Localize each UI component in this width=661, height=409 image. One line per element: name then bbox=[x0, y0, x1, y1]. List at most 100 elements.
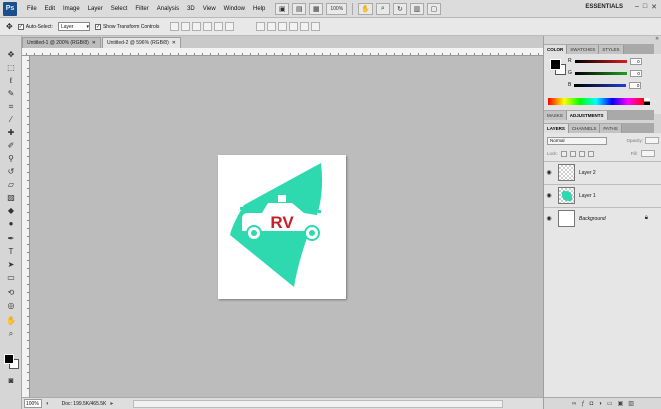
history-brush-tool-icon[interactable]: ↺ bbox=[5, 167, 17, 177]
green-slider[interactable] bbox=[574, 71, 627, 75]
layer-row[interactable]: ◉ Layer 2 bbox=[544, 161, 661, 183]
align-center-icon[interactable] bbox=[214, 22, 224, 31]
auto-select-dropdown[interactable]: Layer ▾ bbox=[57, 22, 90, 31]
black-white-swatch[interactable] bbox=[644, 98, 650, 105]
adjustment-layer-icon[interactable]: ◑ bbox=[598, 401, 602, 407]
blur-tool-icon[interactable]: ◆ bbox=[5, 206, 17, 216]
gradient-tool-icon[interactable]: ▨ bbox=[5, 193, 17, 203]
screen-mode-icon[interactable]: ▢ bbox=[426, 2, 441, 15]
minimize-icon[interactable]: – bbox=[635, 3, 639, 11]
menu-layer[interactable]: Layer bbox=[84, 6, 107, 12]
add-mask-icon[interactable]: ◘ bbox=[590, 401, 594, 407]
blend-mode-dropdown[interactable]: Normal bbox=[547, 136, 607, 145]
eraser-tool-icon[interactable]: ▱ bbox=[5, 180, 17, 190]
foreground-color-swatch[interactable] bbox=[4, 354, 14, 364]
eye-icon[interactable]: ◉ bbox=[544, 169, 554, 176]
marquee-tool-icon[interactable]: ⬚ bbox=[5, 63, 17, 73]
tab-adjustments[interactable]: ADJUSTMENTS bbox=[566, 111, 608, 120]
red-slider[interactable] bbox=[574, 59, 627, 63]
close-icon[interactable]: ✕ bbox=[172, 40, 176, 46]
collapse-panels-icon[interactable]: » bbox=[653, 36, 661, 46]
tab-untitled-1[interactable]: Untitled-1 @ 200% (RGB/8) ✕ bbox=[22, 37, 101, 48]
move-tool-icon[interactable]: ✥ bbox=[6, 22, 13, 31]
lock-pixels-icon[interactable] bbox=[569, 150, 576, 157]
status-zoom-field[interactable]: 100% bbox=[24, 399, 42, 408]
workspace-switcher[interactable]: ESSENTIALS bbox=[585, 4, 623, 10]
close-icon[interactable]: ✕ bbox=[651, 3, 657, 11]
tab-color[interactable]: COLOR bbox=[544, 45, 568, 54]
distribute-middle-icon[interactable] bbox=[267, 22, 277, 31]
menu-filter[interactable]: Filter bbox=[131, 6, 152, 12]
align-top-icon[interactable] bbox=[170, 22, 180, 31]
horizontal-scrollbar[interactable] bbox=[133, 399, 504, 408]
opacity-input[interactable] bbox=[645, 137, 659, 144]
menu-analysis[interactable]: Analysis bbox=[153, 6, 183, 12]
color-spectrum-bar[interactable] bbox=[548, 98, 644, 105]
menu-image[interactable]: Image bbox=[59, 6, 84, 12]
lasso-tool-icon[interactable]: ℓ bbox=[5, 76, 17, 86]
link-layers-icon[interactable]: ∞ bbox=[572, 401, 576, 407]
eye-icon[interactable]: ◉ bbox=[544, 192, 554, 199]
new-group-icon[interactable]: ▭ bbox=[607, 400, 613, 407]
layer-row[interactable]: ◉ Background 🔒︎ bbox=[544, 207, 661, 229]
fill-input[interactable] bbox=[640, 150, 655, 157]
align-middle-icon[interactable] bbox=[181, 22, 191, 31]
color-fg-swatch[interactable] bbox=[550, 59, 561, 70]
tab-paths[interactable]: PATHS bbox=[600, 124, 622, 133]
rotate-view-icon[interactable]: ↻ bbox=[392, 2, 407, 15]
clone-stamp-tool-icon[interactable]: ⚲ bbox=[5, 154, 17, 164]
layer-row[interactable]: ◉ Layer 1 bbox=[544, 184, 661, 206]
tab-masks[interactable]: MASKS bbox=[544, 111, 567, 120]
menu-select[interactable]: Select bbox=[107, 6, 132, 12]
3d-orbit-tool-icon[interactable]: ◎ bbox=[5, 301, 17, 311]
distribute-center-icon[interactable] bbox=[300, 22, 310, 31]
launch-bridge-icon[interactable]: ▣ bbox=[275, 2, 290, 15]
align-bottom-icon[interactable] bbox=[192, 22, 202, 31]
menu-edit[interactable]: Edit bbox=[41, 6, 59, 12]
zoom-level-select[interactable]: 100% bbox=[326, 2, 348, 15]
zoom-tool-icon[interactable]: ⌕ bbox=[375, 2, 390, 15]
move-tool-icon[interactable]: ✥ bbox=[5, 50, 17, 60]
menu-window[interactable]: Window bbox=[220, 6, 249, 12]
document-canvas[interactable]: RV bbox=[218, 155, 346, 299]
launch-minibridge-icon[interactable]: ▤ bbox=[292, 2, 307, 15]
crop-tool-icon[interactable]: ⌗ bbox=[5, 102, 17, 112]
new-layer-icon[interactable]: ▣ bbox=[618, 400, 624, 407]
blue-value-input[interactable]: 0 bbox=[629, 81, 642, 89]
shape-tool-icon[interactable]: ▭ bbox=[5, 273, 17, 283]
lock-all-icon[interactable] bbox=[587, 150, 594, 157]
eyedropper-tool-icon[interactable]: ⁄ bbox=[5, 115, 17, 125]
tab-styles[interactable]: STYLES bbox=[599, 45, 624, 54]
auto-select-checkbox[interactable]: ✓ Auto-Select: bbox=[17, 23, 53, 30]
pen-tool-icon[interactable]: ✒ bbox=[5, 234, 17, 244]
close-icon[interactable]: ✕ bbox=[92, 40, 96, 46]
show-transform-checkbox[interactable]: ✓ Show Transform Controls bbox=[94, 23, 159, 30]
distribute-left-icon[interactable] bbox=[289, 22, 299, 31]
distribute-bottom-icon[interactable] bbox=[278, 22, 288, 31]
status-info-icon[interactable]: ◐ bbox=[46, 401, 50, 407]
healing-brush-tool-icon[interactable]: ✚ bbox=[5, 128, 17, 138]
type-tool-icon[interactable]: T bbox=[5, 247, 17, 257]
quick-mask-icon[interactable]: ◙ bbox=[5, 376, 17, 386]
green-value-input[interactable]: 0 bbox=[629, 69, 642, 77]
arrange-documents-icon[interactable]: ▥ bbox=[409, 2, 424, 15]
maximize-icon[interactable]: □ bbox=[643, 3, 647, 11]
chevron-right-icon[interactable]: ▸ bbox=[110, 400, 113, 407]
align-left-icon[interactable] bbox=[203, 22, 213, 31]
lock-transparency-icon[interactable] bbox=[560, 150, 567, 157]
tab-layers[interactable]: LAYERS bbox=[544, 124, 569, 133]
path-select-tool-icon[interactable]: ➤ bbox=[5, 260, 17, 270]
tab-untitled-2[interactable]: Untitled-2 @ 596% (RGB/8) ✕ bbox=[101, 37, 181, 48]
lock-position-icon[interactable] bbox=[578, 150, 585, 157]
menu-help[interactable]: Help bbox=[249, 6, 269, 12]
dodge-tool-icon[interactable]: ● bbox=[5, 219, 17, 229]
tab-swatches[interactable]: SWATCHES bbox=[567, 45, 600, 54]
tab-channels[interactable]: CHANNELS bbox=[568, 124, 601, 133]
quick-select-tool-icon[interactable]: ✎ bbox=[5, 89, 17, 99]
align-right-icon[interactable] bbox=[225, 22, 235, 31]
menu-view[interactable]: View bbox=[199, 6, 220, 12]
distribute-right-icon[interactable] bbox=[311, 22, 321, 31]
canvas-area[interactable]: RV bbox=[30, 56, 543, 397]
layer-style-icon[interactable]: ƒ bbox=[581, 401, 584, 407]
menu-file[interactable]: File bbox=[23, 6, 41, 12]
